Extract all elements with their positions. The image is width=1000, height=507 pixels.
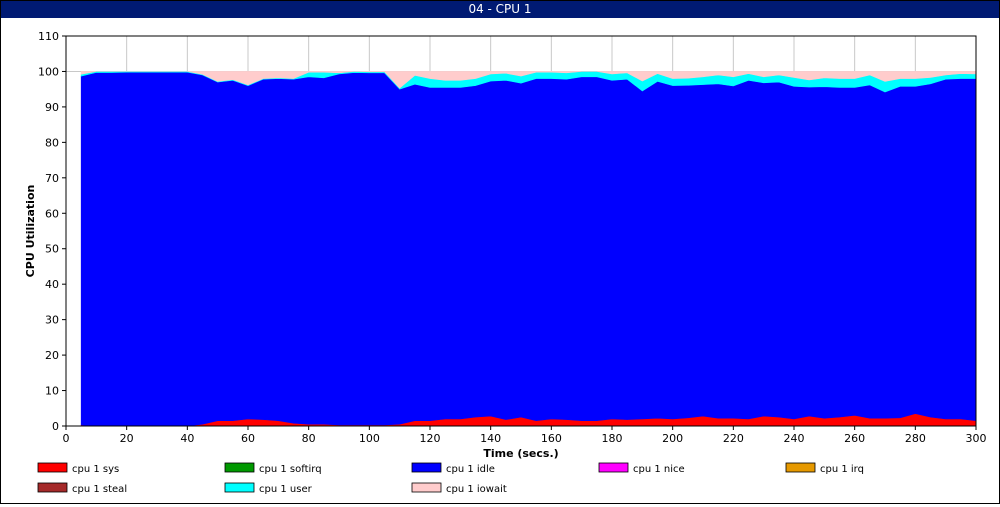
- y-tick-label: 60: [45, 207, 59, 220]
- legend-swatch-cpu-1-sys: [37, 462, 68, 473]
- y-tick-label: 90: [45, 101, 59, 114]
- legend-label-cpu-1-iowait: cpu 1 iowait: [446, 484, 507, 495]
- x-tick-label: 200: [662, 432, 683, 445]
- legend-label-cpu-1-sys: cpu 1 sys: [72, 464, 119, 475]
- legend-swatch-cpu-1-iowait: [411, 482, 442, 493]
- x-tick-label: 140: [480, 432, 501, 445]
- legend-label-cpu-1-idle: cpu 1 idle: [446, 464, 495, 475]
- legend-swatch-cpu-1-softirq: [224, 462, 255, 473]
- x-tick-label: 260: [844, 432, 865, 445]
- y-tick-label: 40: [45, 278, 59, 291]
- x-tick-label: 120: [420, 432, 441, 445]
- window-title: 04 - CPU 1: [1, 1, 999, 18]
- x-tick-label: 160: [541, 432, 562, 445]
- legend-label-cpu-1-irq: cpu 1 irq: [820, 464, 864, 475]
- x-tick-label: 240: [784, 432, 805, 445]
- x-tick-label: 60: [241, 432, 255, 445]
- y-axis-label: CPU Utilization: [24, 185, 37, 278]
- x-tick-label: 280: [905, 432, 926, 445]
- x-tick-label: 100: [359, 432, 380, 445]
- x-tick-label: 180: [602, 432, 623, 445]
- legend-label-cpu-1-nice: cpu 1 nice: [633, 464, 685, 475]
- x-tick-label: 40: [180, 432, 194, 445]
- legend-label-cpu-1-user: cpu 1 user: [259, 484, 313, 495]
- x-axis-label: Time (secs.): [483, 447, 558, 460]
- legend-label-cpu-1-steal: cpu 1 steal: [72, 484, 127, 495]
- x-tick-label: 80: [302, 432, 316, 445]
- area-cpu-1-idle: [80, 71, 977, 427]
- y-tick-label: 70: [45, 172, 59, 185]
- cpu-utilization-chart: 0 10 20 30 40 50 60 70 80 90 100 110 0 20 40 60 80 100 120…: [24, 30, 987, 495]
- x-tick-label: 0: [63, 432, 70, 445]
- x-tick-label: 220: [723, 432, 744, 445]
- y-tick-label: 20: [45, 349, 59, 362]
- y-tick-label: 50: [45, 243, 59, 256]
- y-tick-label: 10: [45, 385, 59, 398]
- y-tick-label: 110: [38, 30, 59, 43]
- y-tick-label: 0: [52, 420, 59, 433]
- x-tick-label: 300: [966, 432, 987, 445]
- y-tick-label: 30: [45, 314, 59, 327]
- chart-window: 04 - CPU 1 0 10 20 30 40 50 60 70 80 90 100 110 0 20 4…: [0, 0, 1000, 504]
- y-tick-label: 80: [45, 136, 59, 149]
- legend-swatch-cpu-1-idle: [411, 462, 442, 473]
- legend-label-cpu-1-softirq: cpu 1 softirq: [259, 464, 322, 475]
- x-tick-label: 20: [120, 432, 134, 445]
- legend-swatch-cpu-1-irq: [785, 462, 816, 473]
- legend-swatch-cpu-1-user: [224, 482, 255, 493]
- y-tick-label: 100: [38, 65, 59, 78]
- legend-swatch-cpu-1-nice: [598, 462, 629, 473]
- legend-swatch-cpu-1-steal: [37, 482, 68, 493]
